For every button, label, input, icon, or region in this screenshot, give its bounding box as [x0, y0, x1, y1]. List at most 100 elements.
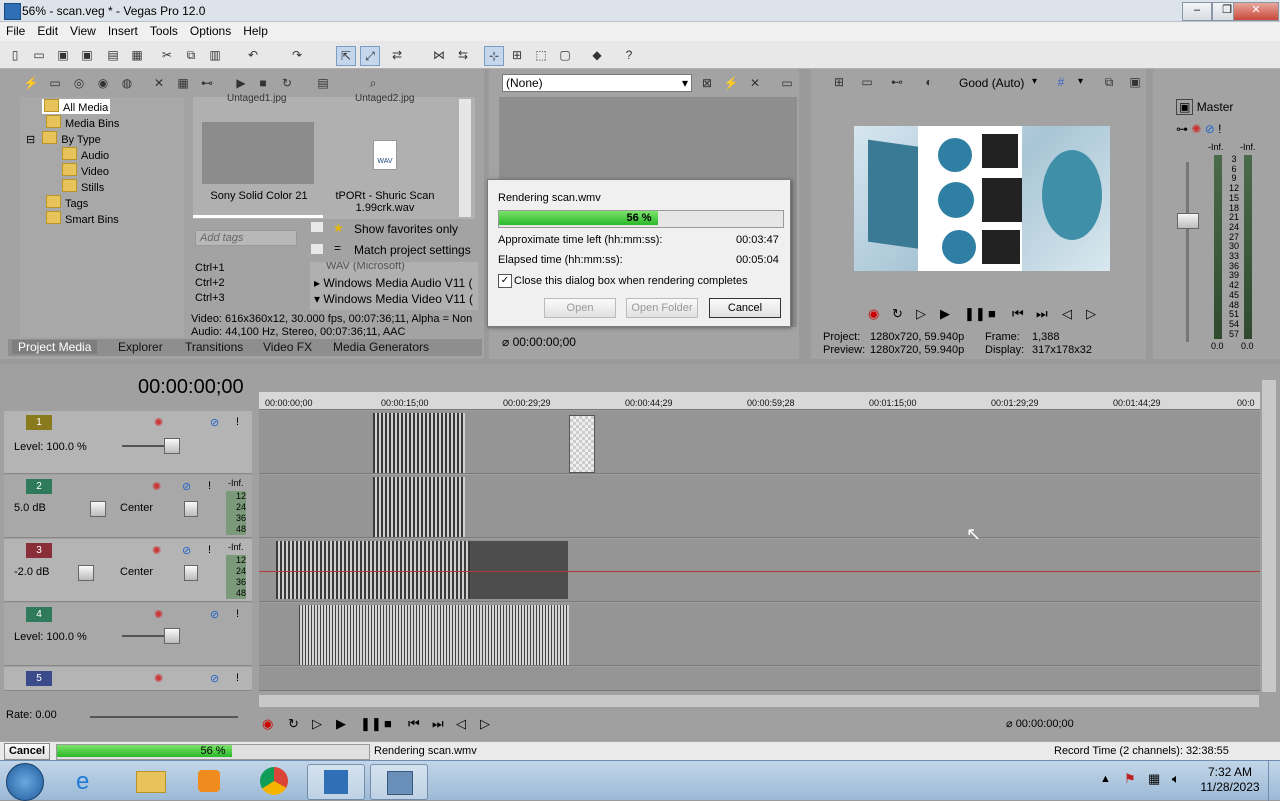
- start-button[interactable]: [6, 763, 44, 801]
- remove-media-icon[interactable]: ✕: [150, 74, 168, 92]
- preview-properties-icon[interactable]: ⊞: [830, 73, 848, 91]
- solid-color-event[interactable]: [569, 415, 595, 473]
- next-frame-icon[interactable]: ▷: [1086, 306, 1096, 322]
- auto-preview-icon[interactable]: ↻: [278, 74, 296, 92]
- tree-item-stills[interactable]: Stills: [62, 179, 104, 194]
- menu-file[interactable]: File: [0, 22, 31, 40]
- get-photos-icon[interactable]: ◎: [70, 74, 88, 92]
- record-icon[interactable]: ◉: [868, 306, 879, 322]
- taskbar-vegas-pro[interactable]: [307, 764, 365, 800]
- close-button[interactable]: ✕: [1233, 2, 1279, 21]
- tree-item-by-type[interactable]: ⊟ By Type: [26, 131, 101, 146]
- mute-icon[interactable]: ⊘: [182, 480, 191, 493]
- paste-icon[interactable]: ▥: [206, 46, 224, 64]
- menu-help[interactable]: Help: [237, 22, 274, 40]
- video-clip[interactable]: [373, 413, 465, 473]
- play-icon[interactable]: ▶: [940, 306, 950, 322]
- open-button[interactable]: Open: [544, 298, 616, 318]
- audio-clip-tail[interactable]: [470, 541, 568, 599]
- rate-slider[interactable]: [90, 716, 238, 718]
- taskbar-media-player[interactable]: [182, 764, 238, 798]
- auto-crossfade-icon[interactable]: ⋈: [430, 46, 448, 64]
- external-monitor-icon[interactable]: ▭: [858, 73, 876, 91]
- audio-clip[interactable]: [276, 541, 470, 599]
- mute-icon[interactable]: ⊘: [210, 672, 219, 685]
- tab-project-media[interactable]: Project Media: [12, 340, 98, 354]
- loop-icon[interactable]: ↻: [288, 716, 299, 732]
- solo-icon[interactable]: !: [208, 544, 211, 556]
- media-fx-icon[interactable]: ⊷: [198, 74, 216, 92]
- tab-explorer[interactable]: Explorer: [118, 340, 163, 354]
- go-to-start-icon[interactable]: ⏮: [1012, 306, 1024, 322]
- pause-icon[interactable]: ❚❚: [964, 306, 986, 322]
- show-desktop-button[interactable]: [1268, 761, 1280, 801]
- pan-icon[interactable]: ⊶: [1176, 122, 1188, 136]
- play-from-start-icon[interactable]: ▷: [916, 306, 926, 322]
- track-fx-icon[interactable]: ✺: [154, 608, 163, 621]
- get-media-icon[interactable]: ◉: [94, 74, 112, 92]
- minimize-button[interactable]: –: [1182, 2, 1212, 21]
- overlays-icon[interactable]: #: [1052, 73, 1070, 91]
- taskbar-control-panel[interactable]: [370, 764, 428, 800]
- volume-envelope[interactable]: [259, 571, 1260, 572]
- tab-media-generators[interactable]: Media Generators: [333, 340, 429, 354]
- format-item[interactable]: WAV (Microsoft): [326, 262, 405, 272]
- tree-item-video[interactable]: Video: [62, 163, 109, 178]
- capture-video-icon[interactable]: ▭: [46, 74, 64, 92]
- next-frame-icon[interactable]: ▷: [480, 716, 490, 732]
- save-snapshot-icon[interactable]: ▣: [1126, 73, 1144, 91]
- play-from-start-icon[interactable]: ▷: [312, 716, 322, 732]
- undo-icon[interactable]: ↶: [244, 46, 262, 64]
- volume-icon[interactable]: 🔈︎: [1172, 771, 1180, 787]
- copy-snapshot-icon[interactable]: ⧉: [1100, 73, 1118, 91]
- tree-item-tags[interactable]: Tags: [46, 195, 88, 210]
- normal-edit-tool-icon[interactable]: ⇱: [336, 46, 356, 66]
- trimmer-add-icon[interactable]: ⚡: [722, 74, 740, 92]
- trimmer-display-icon[interactable]: ▭: [778, 74, 796, 92]
- media-thumbnail-solid-color[interactable]: [202, 122, 314, 184]
- media-scrollbar[interactable]: [459, 99, 471, 217]
- solo-icon[interactable]: !: [236, 416, 239, 428]
- open-folder-button[interactable]: Open Folder: [626, 298, 698, 318]
- save-icon[interactable]: ▣: [54, 46, 72, 64]
- go-to-end-icon[interactable]: ⏭: [432, 716, 444, 732]
- trimmer-remove-icon[interactable]: ✕: [746, 74, 764, 92]
- preview-fx-icon[interactable]: ⊷: [888, 73, 906, 91]
- favorites-toggle[interactable]: [311, 222, 323, 232]
- tree-item-all-media[interactable]: All Media: [42, 99, 111, 114]
- cut-icon[interactable]: ✂: [158, 46, 176, 64]
- menu-insert[interactable]: Insert: [102, 22, 144, 40]
- cancel-render-button[interactable]: Cancel: [709, 298, 781, 318]
- match-project-toggle[interactable]: [311, 244, 323, 254]
- redo-icon[interactable]: ↷: [288, 46, 306, 64]
- close-when-done-checkbox[interactable]: ✓: [498, 274, 512, 288]
- ignore-grouping-icon[interactable]: ▢: [556, 46, 574, 64]
- trimmer-tool-icon[interactable]: ⊠: [698, 74, 716, 92]
- views-icon[interactable]: ▤: [314, 74, 332, 92]
- play-icon[interactable]: ▶: [336, 716, 346, 732]
- format-item[interactable]: ▾ Windows Media Video V11 (: [314, 292, 473, 306]
- solo-icon[interactable]: !: [236, 672, 239, 684]
- solo-icon[interactable]: !: [1218, 122, 1221, 136]
- taskbar-clock[interactable]: 7:32 AM 11/28/2023: [1198, 765, 1262, 795]
- track-fx-icon[interactable]: ✺: [152, 480, 161, 493]
- tab-video-fx[interactable]: Video FX: [263, 340, 312, 354]
- mute-icon[interactable]: ⊘: [210, 608, 219, 621]
- track-fx-icon[interactable]: ✺: [152, 544, 161, 557]
- copy-icon[interactable]: ⧉: [182, 46, 200, 64]
- timeline-ruler[interactable]: 00:00:00;00 00:00:15;00 00:00:29;29 00:0…: [259, 392, 1260, 410]
- cancel-button[interactable]: Cancel: [4, 743, 50, 760]
- menu-view[interactable]: View: [64, 22, 102, 40]
- level-slider-handle[interactable]: [164, 628, 180, 644]
- track-header-2[interactable]: 2 5.0 dB Center ✺ ⊘ ! -Inf. 12 24 36 48: [4, 475, 252, 538]
- collapse-icon[interactable]: ⊟: [26, 134, 35, 146]
- media-properties-icon[interactable]: ▦: [174, 74, 192, 92]
- split-screen-icon[interactable]: ◐: [920, 73, 938, 91]
- volume-slider-handle[interactable]: [90, 501, 106, 517]
- video-clip[interactable]: [299, 605, 569, 665]
- search-media-icon[interactable]: ◍: [118, 74, 136, 92]
- audio-clip[interactable]: [373, 477, 465, 537]
- taskbar-explorer[interactable]: [122, 764, 178, 798]
- open-icon[interactable]: ▭: [30, 46, 48, 64]
- network-icon[interactable]: ▦: [1148, 771, 1160, 787]
